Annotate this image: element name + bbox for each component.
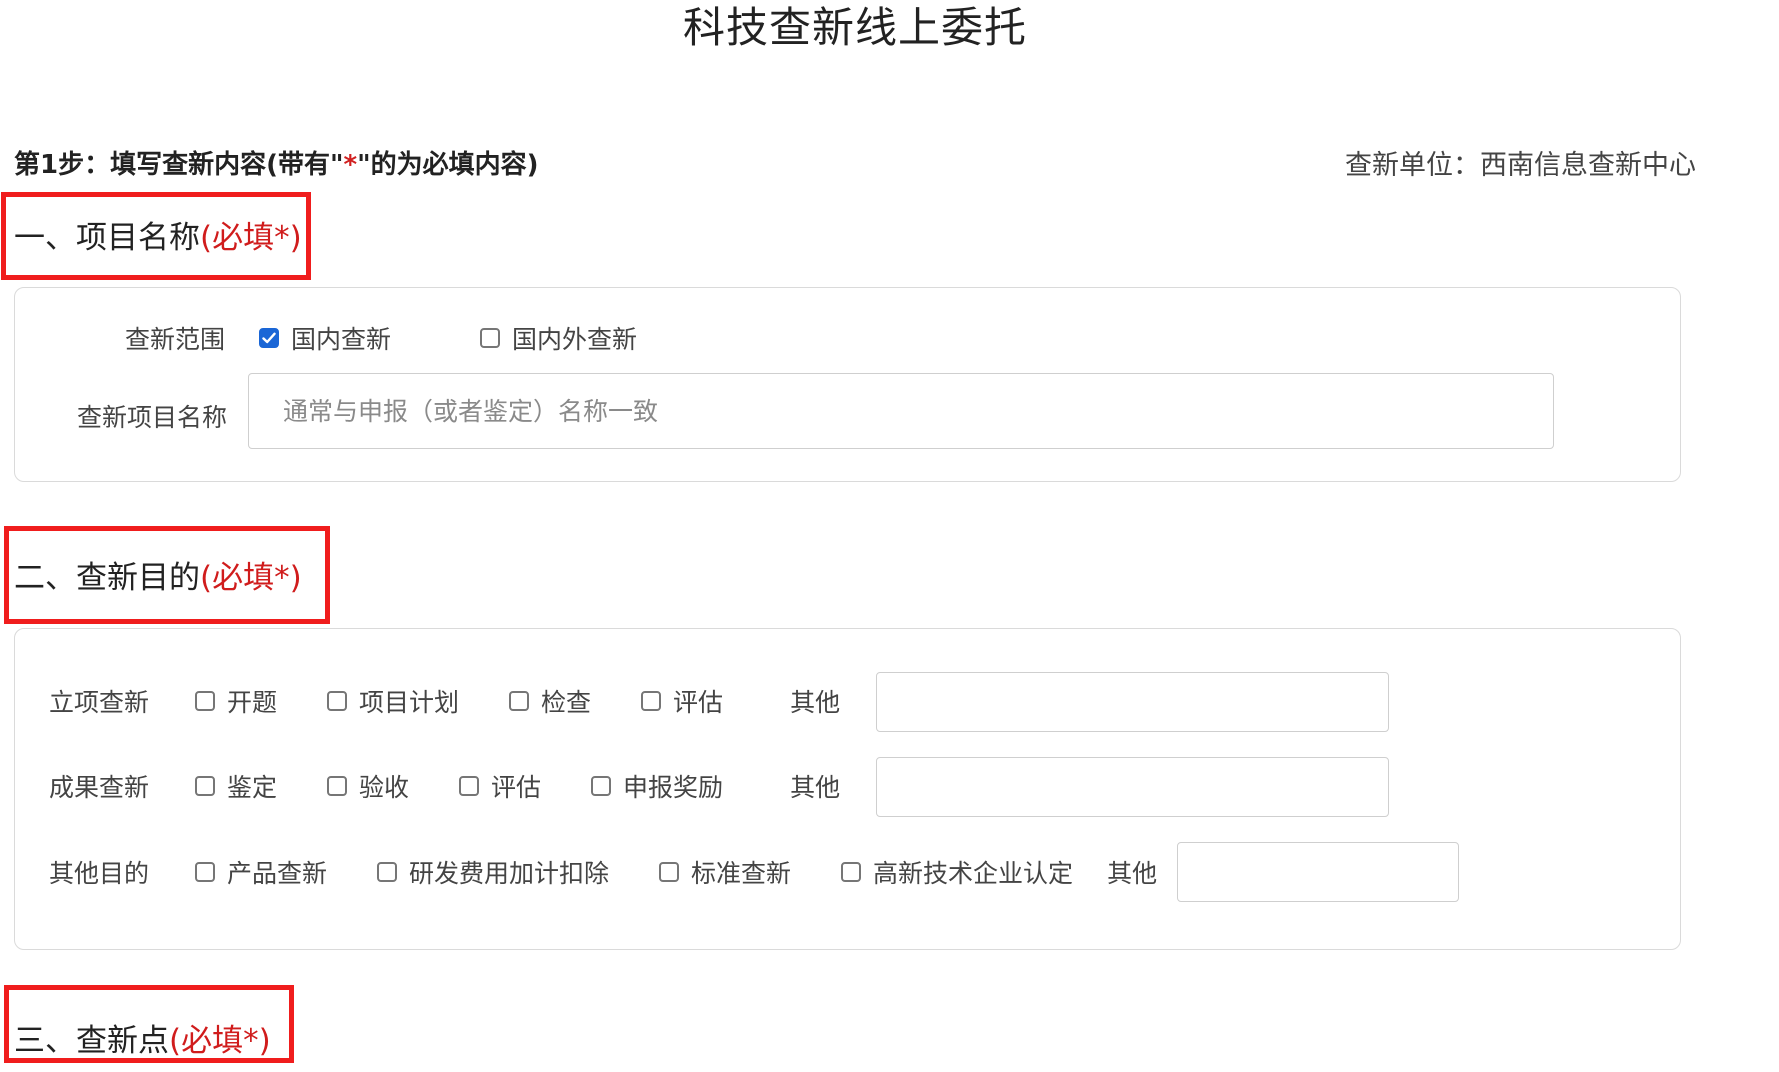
checkbox-icon[interactable] xyxy=(591,776,612,796)
project-name-input[interactable] xyxy=(249,374,1553,448)
step-title: 第1步：填写查新内容(带有"*"的为必填内容) xyxy=(14,144,539,181)
purpose-row-label: 其他目的 xyxy=(49,859,150,888)
required-star: * xyxy=(343,149,358,180)
checkbox-icon[interactable] xyxy=(659,862,680,882)
purpose-row-label: 成果查新 xyxy=(49,773,150,802)
checkbox-icon[interactable] xyxy=(480,328,501,348)
checkbox-icon[interactable] xyxy=(195,691,215,711)
section2-required: (必填*) xyxy=(200,560,302,596)
checkbox-icon[interactable] xyxy=(509,691,530,711)
purpose-row-other: 其他目的 产品查新 研发费用加计扣除 标准查新 高新技术企业认定 其他 xyxy=(49,852,1157,892)
section1-title: 一、项目名称 xyxy=(14,220,200,256)
section3-required: (必填*) xyxy=(169,1023,271,1059)
project-name-row: 查新项目名称 xyxy=(77,396,227,436)
step-title-suffix: "的为必填内容) xyxy=(357,149,539,180)
purpose-option[interactable]: 高新技术企业认定 xyxy=(841,854,1073,890)
purpose-option[interactable]: 评估 xyxy=(641,683,723,719)
project-name-label: 查新项目名称 xyxy=(77,403,228,432)
purpose-option-label: 检查 xyxy=(541,688,592,717)
section3-heading: 三、查新点(必填*) xyxy=(14,1015,271,1060)
other-label: 其他 xyxy=(790,688,841,717)
purpose-option[interactable]: 标准查新 xyxy=(659,854,791,890)
section2-title: 二、查新目的 xyxy=(14,560,200,596)
purpose-option-label: 开题 xyxy=(227,688,278,717)
page-title: 科技查新线上委托 xyxy=(682,3,1027,52)
purpose-option[interactable]: 鉴定 xyxy=(195,768,277,804)
checkbox-icon[interactable] xyxy=(641,691,662,711)
checkbox-icon[interactable] xyxy=(195,776,215,796)
purpose-other-input[interactable] xyxy=(1178,843,1458,901)
section1-panel: 查新范围 国内查新 国内外查新 查新项目名称 xyxy=(14,287,1681,482)
purpose-other-input[interactable] xyxy=(877,673,1388,731)
purpose-option-label: 申报奖励 xyxy=(623,773,724,802)
purpose-row-label: 立项查新 xyxy=(49,688,150,717)
purpose-option[interactable]: 产品查新 xyxy=(195,854,327,890)
scope-label: 查新范围 xyxy=(125,325,226,354)
other-label: 其他 xyxy=(1107,859,1158,888)
purpose-row-project: 立项查新 开题 项目计划 检查 评估 其他 xyxy=(49,681,840,721)
purpose-option-label: 高新技术企业认定 xyxy=(873,859,1074,888)
purpose-other-field-other[interactable] xyxy=(1177,842,1459,902)
purpose-option-label: 鉴定 xyxy=(227,773,278,802)
checkbox-icon[interactable] xyxy=(327,776,348,796)
purpose-other-field-project[interactable] xyxy=(876,672,1389,732)
purpose-option[interactable]: 项目计划 xyxy=(327,683,459,719)
purpose-option[interactable]: 检查 xyxy=(509,683,591,719)
purpose-option[interactable]: 申报奖励 xyxy=(591,768,723,804)
checkbox-icon[interactable] xyxy=(841,862,862,882)
scope-row: 查新范围 国内查新 国内外查新 xyxy=(125,318,637,358)
purpose-option-label: 标准查新 xyxy=(691,859,792,888)
purpose-option-label: 评估 xyxy=(491,773,542,802)
step-header: 第1步：填写查新内容(带有"*"的为必填内容) 查新单位：西南信息查新中心 xyxy=(14,142,1696,182)
purpose-option[interactable]: 研发费用加计扣除 xyxy=(377,854,609,890)
scope-option-domestic[interactable]: 国内查新 xyxy=(259,320,391,356)
purpose-option-label: 产品查新 xyxy=(227,859,328,888)
section1-heading: 一、项目名称(必填*) xyxy=(14,212,302,257)
purpose-other-input[interactable] xyxy=(877,758,1388,816)
checkbox-icon[interactable] xyxy=(377,862,398,882)
page: 科技查新线上委托 第1步：填写查新内容(带有"*"的为必填内容) 查新单位：西南… xyxy=(0,0,1779,1072)
purpose-other-field-achievement[interactable] xyxy=(876,757,1389,817)
project-name-field[interactable] xyxy=(248,373,1554,449)
purpose-option-label: 验收 xyxy=(359,773,410,802)
section1-required: (必填*) xyxy=(200,220,302,256)
scope-option-international[interactable]: 国内外查新 xyxy=(480,320,637,356)
checkbox-icon[interactable] xyxy=(327,691,348,711)
step-title-prefix: 第1步：填写查新内容(带有" xyxy=(14,149,344,180)
scope-option-domestic-label: 国内查新 xyxy=(291,325,392,354)
purpose-row-achievement: 成果查新 鉴定 验收 评估 申报奖励 其他 xyxy=(49,766,840,806)
checkbox-checked-icon[interactable] xyxy=(259,328,280,348)
search-unit-label: 查新单位：西南信息查新中心 xyxy=(1345,149,1696,181)
purpose-option[interactable]: 评估 xyxy=(459,768,541,804)
purpose-option[interactable]: 开题 xyxy=(195,683,277,719)
purpose-option[interactable]: 验收 xyxy=(327,768,409,804)
checkbox-icon[interactable] xyxy=(195,862,215,882)
section3-title: 三、查新点 xyxy=(14,1023,169,1059)
purpose-option-label: 研发费用加计扣除 xyxy=(409,859,610,888)
checkbox-icon[interactable] xyxy=(459,776,480,796)
scope-option-international-label: 国内外查新 xyxy=(512,325,638,354)
purpose-option-label: 项目计划 xyxy=(359,688,460,717)
section2-heading: 二、查新目的(必填*) xyxy=(14,552,302,597)
other-label: 其他 xyxy=(790,773,841,802)
section2-panel: 立项查新 开题 项目计划 检查 评估 其他 成果查新 鉴定 验收 评估 申报奖励… xyxy=(14,628,1681,950)
purpose-option-label: 评估 xyxy=(673,688,724,717)
